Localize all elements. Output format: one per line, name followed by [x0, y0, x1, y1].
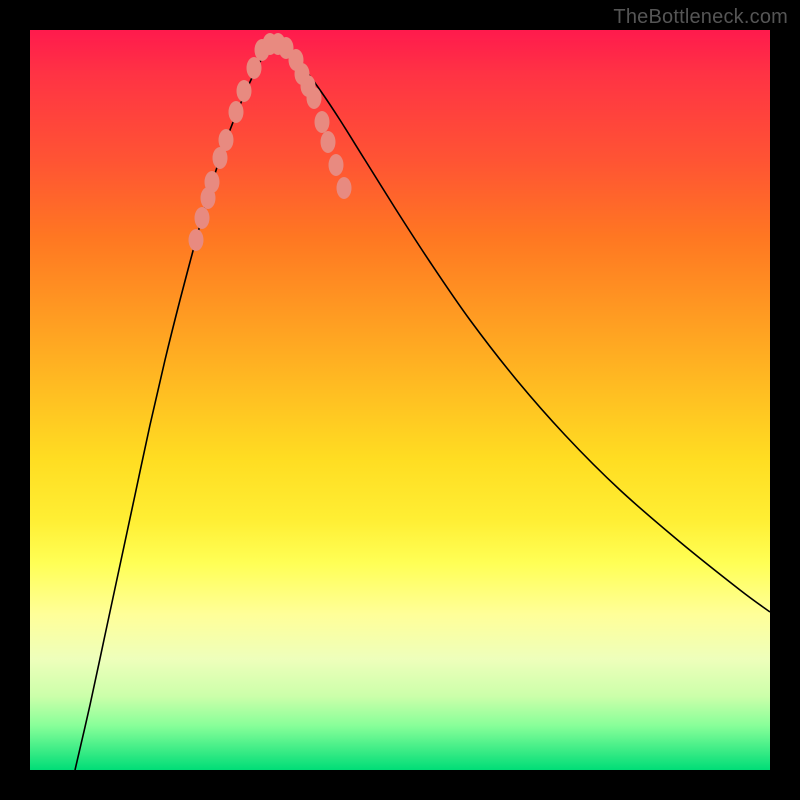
data-marker — [205, 171, 220, 193]
data-marker — [247, 57, 262, 79]
left-curve — [75, 44, 270, 770]
plot-area — [30, 30, 770, 770]
marker-group — [189, 33, 352, 251]
data-marker — [279, 37, 294, 59]
data-marker — [321, 131, 336, 153]
right-curve — [275, 44, 770, 612]
curve-group — [75, 44, 770, 770]
data-marker — [337, 177, 352, 199]
data-marker — [237, 80, 252, 102]
data-marker — [195, 207, 210, 229]
data-marker — [315, 111, 330, 133]
data-marker — [307, 87, 322, 109]
curves-svg — [30, 30, 770, 770]
data-marker — [219, 129, 234, 151]
data-marker — [229, 101, 244, 123]
chart-container: TheBottleneck.com — [0, 0, 800, 800]
data-marker — [329, 154, 344, 176]
watermark-text: TheBottleneck.com — [613, 6, 788, 29]
data-marker — [189, 229, 204, 251]
